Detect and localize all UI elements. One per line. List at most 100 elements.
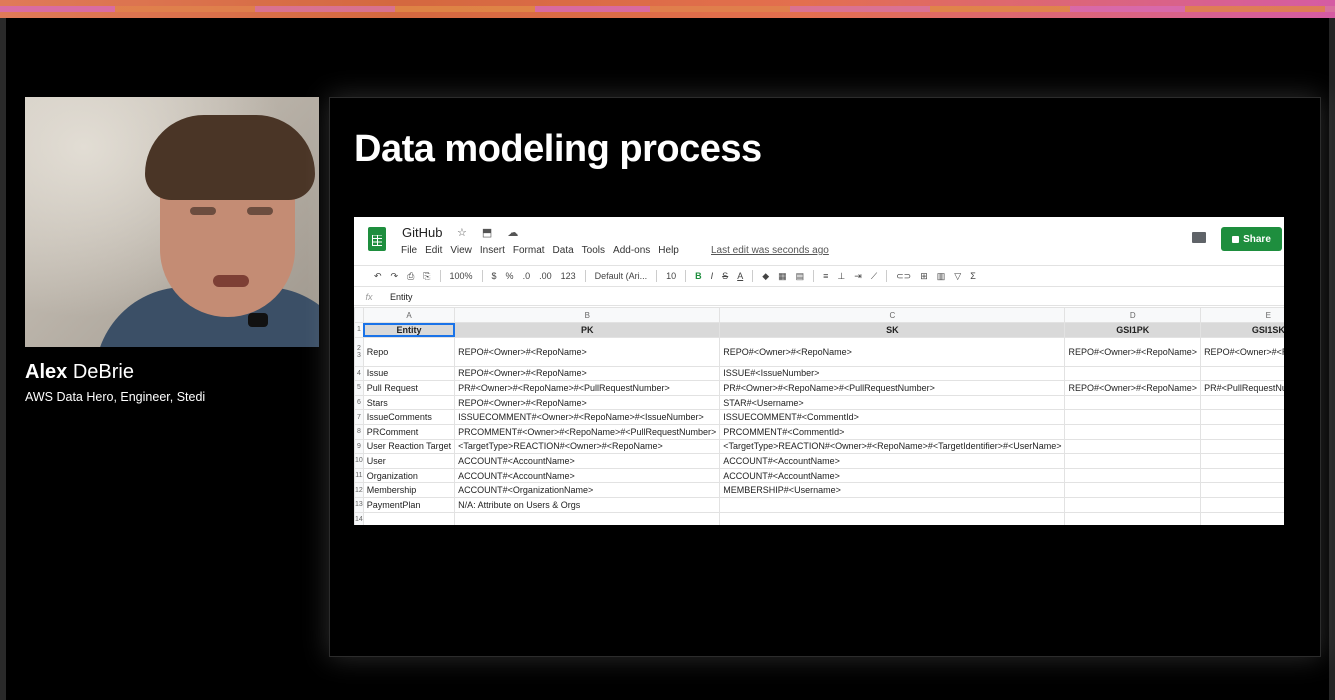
cell[interactable]: PRCOMMENT#<CommentId>: [719, 423, 1066, 440]
cell[interactable]: PRComment: [362, 423, 456, 440]
cell[interactable]: ISSUECOMMENT#<Owner>#<RepoName>#<IssueNu…: [454, 409, 721, 425]
cell[interactable]: ACCOUNT#<OrganizationName>: [454, 482, 721, 498]
menu-help[interactable]: Help: [658, 245, 679, 256]
cell[interactable]: REPO#<Owner>#<RepoName>: [454, 336, 721, 367]
cell[interactable]: N/A: Attribute on Users & Orgs: [454, 496, 721, 513]
column-header[interactable]: D: [1064, 307, 1202, 323]
cell[interactable]: ACCOUNT#<AccountName>: [454, 467, 721, 484]
link-icon[interactable]: ⊂⊃: [896, 271, 911, 282]
cell[interactable]: [362, 511, 456, 525]
menu-file[interactable]: File: [401, 245, 417, 256]
text-color-button[interactable]: A: [737, 271, 743, 281]
cell[interactable]: <TargetType>REACTION#<Owner>#<RepoName>: [454, 438, 721, 455]
cell[interactable]: PaymentPlan: [362, 496, 456, 513]
strikethrough-button[interactable]: S: [722, 271, 728, 281]
row-number[interactable]: 14: [354, 511, 364, 525]
cell[interactable]: [1200, 453, 1284, 469]
cell[interactable]: User Reaction Target: [362, 438, 456, 455]
star-move-cloud-icons[interactable]: ☆ ⬒ ☁: [457, 226, 524, 239]
last-edit-link[interactable]: Last edit was seconds ago: [711, 245, 829, 256]
cell[interactable]: [1064, 423, 1202, 440]
cell[interactable]: [1200, 438, 1284, 455]
menu-format[interactable]: Format: [513, 245, 545, 256]
cell[interactable]: ISSUECOMMENT#<CommentId>: [719, 409, 1066, 425]
cell[interactable]: REPO#<Owner>#<RepoName>: [454, 365, 721, 382]
cell[interactable]: [1200, 423, 1284, 440]
cell[interactable]: <TargetType>REACTION#<Owner>#<RepoName>#…: [719, 438, 1066, 455]
menu-tools[interactable]: Tools: [582, 245, 605, 256]
cell[interactable]: PRCOMMENT#<Owner>#<RepoName>#<PullReques…: [454, 423, 721, 440]
more-formats-select[interactable]: 123: [561, 271, 576, 281]
cell[interactable]: ACCOUNT#<AccountName>: [719, 467, 1066, 484]
cell[interactable]: [1064, 365, 1202, 382]
cell[interactable]: Organization: [362, 467, 456, 484]
cell[interactable]: REPO#<Owner>#<RepoName>: [1200, 336, 1284, 367]
percent-format-button[interactable]: %: [506, 271, 514, 281]
menu-edit[interactable]: Edit: [425, 245, 442, 256]
cell-header[interactable]: GSI1SK: [1200, 322, 1284, 338]
cell[interactable]: User: [362, 453, 456, 469]
cell[interactable]: ACCOUNT#<AccountName>: [719, 453, 1066, 469]
cell[interactable]: [1200, 394, 1284, 411]
row-number[interactable]: 4: [354, 365, 364, 382]
italic-button[interactable]: I: [711, 271, 714, 281]
column-header[interactable]: C: [719, 307, 1066, 323]
cell[interactable]: PR#<Owner>#<RepoName>#<PullRequestNumber…: [454, 380, 721, 396]
cell[interactable]: [1064, 394, 1202, 411]
document-title[interactable]: GitHub: [402, 225, 442, 240]
cell[interactable]: PR#<Owner>#<RepoName>#<PullRequestNumber…: [719, 380, 1066, 396]
share-button[interactable]: Share: [1221, 227, 1282, 251]
filter-icon[interactable]: ▽: [954, 271, 961, 282]
cell[interactable]: Pull Request: [362, 380, 456, 396]
menu-data[interactable]: Data: [553, 245, 574, 256]
row-number[interactable]: 23: [354, 336, 364, 367]
redo-icon[interactable]: ↷: [391, 271, 399, 282]
cell[interactable]: [1200, 511, 1284, 525]
column-header[interactable]: A: [362, 307, 456, 323]
zoom-select[interactable]: 100%: [450, 271, 473, 281]
cell[interactable]: [1200, 496, 1284, 513]
cell[interactable]: [1064, 496, 1202, 513]
cell[interactable]: [1200, 365, 1284, 382]
cell[interactable]: [719, 511, 1066, 525]
cell[interactable]: REPO#<Owner>#<RepoName>: [1064, 380, 1202, 396]
row-number[interactable]: 6: [354, 394, 364, 411]
font-select[interactable]: Default (Ari...: [595, 271, 648, 281]
cell[interactable]: REPO#<Owner>#<RepoName>: [454, 394, 721, 411]
cell[interactable]: [1064, 438, 1202, 455]
cell[interactable]: Membership: [362, 482, 456, 498]
cell-header[interactable]: GSI1PK: [1064, 322, 1202, 338]
functions-icon[interactable]: Σ: [970, 271, 976, 281]
menu-addons[interactable]: Add-ons: [613, 245, 650, 256]
formula-input[interactable]: Entity: [384, 292, 413, 302]
cell[interactable]: [1064, 453, 1202, 469]
cell[interactable]: ACCOUNT#<AccountName>: [454, 453, 721, 469]
cell[interactable]: [1200, 482, 1284, 498]
cell[interactable]: [719, 496, 1066, 513]
currency-format-button[interactable]: $: [492, 271, 497, 281]
font-size-select[interactable]: 10: [666, 271, 676, 281]
rotate-icon[interactable]: ⟋: [871, 271, 877, 282]
cell[interactable]: IssueComments: [362, 409, 456, 425]
fill-color-icon[interactable]: ◆: [762, 271, 769, 282]
row-number[interactable]: 10: [354, 453, 364, 469]
row-number[interactable]: 13: [354, 496, 364, 513]
comment-icon[interactable]: [1192, 232, 1206, 243]
row-number[interactable]: 1: [354, 322, 364, 338]
cell[interactable]: [1064, 482, 1202, 498]
insert-comment-icon[interactable]: ⊞: [920, 271, 928, 282]
cell-header[interactable]: PK: [454, 322, 721, 338]
row-number[interactable]: 8: [354, 423, 364, 440]
cell[interactable]: REPO#<Owner>#<RepoName>: [719, 336, 1066, 367]
cell[interactable]: Repo: [362, 336, 456, 367]
print-icon[interactable]: ⎙: [407, 271, 414, 282]
column-header[interactable]: B: [454, 307, 721, 323]
cell-header[interactable]: Entity: [362, 322, 456, 338]
row-number[interactable]: 9: [354, 438, 364, 455]
cell[interactable]: [1064, 511, 1202, 525]
cell[interactable]: ISSUE#<IssueNumber>: [719, 365, 1066, 382]
merge-cells-icon[interactable]: ▤: [796, 271, 805, 282]
cell[interactable]: PR#<PullRequestNumber>: [1200, 380, 1284, 396]
row-number[interactable]: 12: [354, 482, 364, 498]
menu-insert[interactable]: Insert: [480, 245, 505, 256]
